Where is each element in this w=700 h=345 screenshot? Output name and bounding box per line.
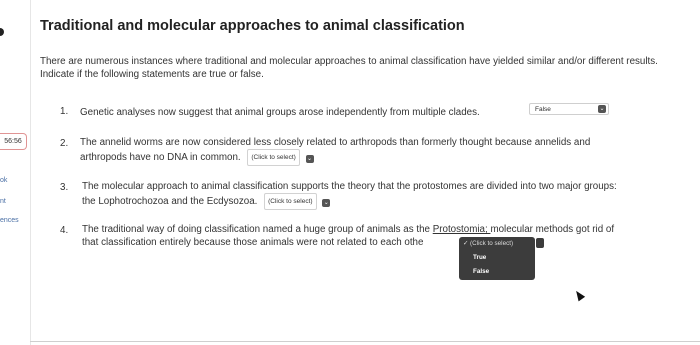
timer-badge: 56:56 [0, 133, 27, 150]
item-2-statement: The annelid worms are now considered les… [80, 136, 590, 166]
statement-line-with-select: arthropods have no DNA in common. (Click… [80, 149, 590, 166]
sidebar-fragment[interactable]: ences [0, 217, 19, 224]
item-1-statement: Genetic analyses now suggest that animal… [80, 107, 480, 118]
statement-line: The traditional way of doing classificat… [82, 223, 614, 236]
sidebar-fragment[interactable]: nt [0, 198, 6, 205]
item-number: 2. [60, 138, 69, 149]
item-number: 3. [60, 182, 69, 193]
item-3-statement: The molecular approach to animal classif… [82, 180, 617, 210]
selected-value: False [535, 106, 551, 113]
chevron-down-icon[interactable]: ⌄ [322, 199, 331, 207]
item-4-answer-dropdown[interactable]: ✓ (Click to select) True False [459, 237, 535, 280]
item-3-answer-select[interactable]: (Click to select) [264, 193, 317, 210]
question-title: Traditional and molecular approaches to … [40, 18, 465, 34]
statement-line-with-select: the Lophotrochozoa and the Ecdysozoa. (C… [82, 193, 617, 210]
nav-dot-icon [0, 28, 4, 36]
item-1-answer-select[interactable]: False ⌄ [529, 103, 609, 115]
sidebar-fragment[interactable]: ok [0, 177, 7, 184]
statement-line: The annelid worms are now considered les… [80, 137, 591, 148]
item-number: 1. [60, 106, 69, 117]
mouse-cursor-icon [572, 288, 586, 302]
statement-line: the Lophotrochozoa and the Ecdysozoa. [82, 196, 258, 207]
left-sidebar: 56:56 ok nt ences [0, 0, 30, 345]
item-number: 4. [60, 225, 69, 236]
dropdown-option-true[interactable]: True [473, 254, 486, 261]
statement-line: arthropods have no DNA in common. [80, 152, 241, 163]
chevron-down-icon[interactable] [536, 238, 544, 248]
sidebar-divider [30, 0, 31, 345]
statement-text: The traditional way of doing classificat… [82, 224, 433, 235]
dropdown-option-false[interactable]: False [473, 268, 489, 275]
highlighted-term: Protostomia; [432, 224, 491, 235]
dropdown-current[interactable]: ✓ (Click to select) [463, 240, 513, 247]
chevron-down-icon: ⌄ [598, 105, 606, 113]
bottom-divider [30, 341, 700, 342]
item-2-answer-select[interactable]: (Click to select) [247, 149, 300, 166]
chevron-down-icon[interactable]: ⌄ [305, 155, 314, 163]
question-instructions: There are numerous instances where tradi… [40, 56, 658, 80]
statement-line: The molecular approach to animal classif… [82, 181, 617, 192]
statement-text: molecular methods got rid of [490, 224, 615, 235]
